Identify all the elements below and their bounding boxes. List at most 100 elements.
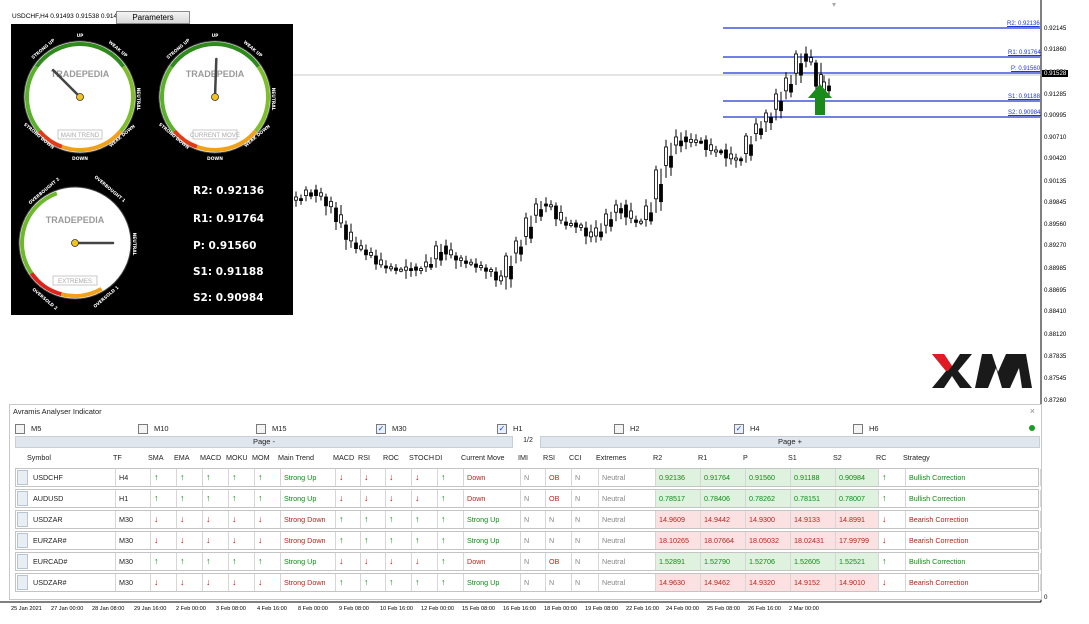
cell-r2: 18.10265 [656,532,701,549]
candle-body [759,128,763,135]
arrow-down-icon: ↓ [882,577,887,587]
cell-ext: Neutral [599,553,656,570]
cell-text-p: 14.9300 [749,515,775,524]
arrow-down-icon: ↓ [206,535,211,545]
cell-main: Strong Down [281,532,336,549]
checkbox[interactable] [138,424,148,435]
checkbox[interactable] [614,424,624,435]
folder-icon[interactable] [17,470,28,485]
checkbox[interactable] [853,424,863,435]
arrow-up-icon: ↑ [232,472,237,482]
column-header: Current Move [461,453,505,462]
cell-s1: 0.91188 [791,469,836,486]
folder-icon[interactable] [17,533,28,548]
arrow-down-icon: ↓ [229,511,255,528]
cell-text-main: Strong Up [284,557,317,566]
xm-logo [932,354,1032,388]
candle-body [649,212,653,222]
parameters-button[interactable]: Parameters [116,11,190,24]
cell-main: Strong Down [281,574,336,591]
arrow-up-icon: ↑ [364,577,369,587]
checkbox[interactable] [256,424,266,435]
arrow-up-icon: ↑ [229,490,255,507]
table-row[interactable]: EURCAD# M30 ↑ ↑ ↑ ↑ ↑ Strong Up ↓ ↓ ↓ ↓ ↑ Down N OB N Neu… [15,552,1041,571]
arrow-down-icon: ↓ [879,532,906,549]
arrow-down-icon: ↓ [151,511,177,528]
candle-body [299,198,303,202]
arrow-up-icon: ↑ [441,493,446,503]
arrow-down-icon: ↓ [882,514,887,524]
candle-body [684,136,688,143]
cell-text-s1: 18.02431 [794,536,824,545]
arrow-up-icon: ↑ [415,535,420,545]
table-row[interactable]: USDZAR M30 ↓ ↓ ↓ ↓ ↓ Strong Down ↑ ↑ ↑ ↑ ↑ Strong Up N… [15,510,1041,529]
time-tick: 3 Feb 08:00 [216,606,246,612]
arrow-down-icon: ↓ [415,493,420,503]
arrow-up-icon: ↑ [180,556,185,566]
timeframe-h2[interactable]: H2 [614,422,640,435]
table-row[interactable]: EURZAR# M30 ↓ ↓ ↓ ↓ ↓ Strong Down ↑ ↑ ↑ ↑ ↑ Strong Up… [15,531,1041,550]
cell-text-symbol: USDZAR# [33,578,67,587]
cell-text-r2: 18.10265 [659,536,689,545]
checkbox[interactable]: ✓ [734,424,744,435]
checkbox[interactable] [15,424,25,435]
arrow-up-icon: ↑ [232,493,237,503]
cell-text-r2: 14.9630 [659,578,685,587]
arrow-down-icon: ↓ [336,469,361,486]
cell-s1: 14.9133 [791,511,836,528]
time-tick: 24 Feb 00:00 [666,606,699,612]
cell-r1: 14.9442 [701,511,746,528]
cell-text-strategy: Bullish Correction [909,494,966,503]
table-row[interactable]: USDZAR# M30 ↓ ↓ ↓ ↓ ↓ Strong Down ↑ ↑ ↑ ↑ ↑ Strong Up… [15,573,1041,592]
arrow-up-icon: ↑ [154,472,159,482]
close-icon[interactable]: × [1030,406,1035,416]
timeframe-h6[interactable]: H6 [853,422,879,435]
gauge-main-trend: TRADEPEDIAMAIN TRENDUPSTRONG UP WEAK UPNE… [22,33,141,162]
checkbox[interactable]: ✓ [497,424,507,435]
page-prev-button[interactable]: Page - [15,436,513,448]
time-tick: 29 Jan 16:00 [134,606,167,612]
time-tick: 26 Feb 16:00 [748,606,781,612]
column-header: IMI [518,453,528,462]
cell-p: 0.91560 [746,469,791,486]
table-row[interactable]: AUDUSD H1 ↑ ↑ ↑ ↑ ↑ Strong Up ↓ ↓ ↓ ↓ ↑ Down N OB N Neutr… [15,489,1041,508]
candle-body [574,222,578,228]
cell-text-symbol: EURCAD# [33,557,68,566]
level-label-s1: S1: 0.91188 [1008,94,1040,100]
cell-imi: N [521,511,546,528]
folder-icon[interactable] [17,575,28,590]
candle-body [554,205,558,220]
cell-text-tf: M30 [119,536,133,545]
arrow-up-icon: ↑ [441,556,446,566]
cell-text-cci: N [575,557,581,566]
candle-body [499,275,503,282]
page-next-button[interactable]: Page + [540,436,1040,448]
table-row[interactable]: USDCHF H4 ↑ ↑ ↑ ↑ ↑ Strong Up ↓ ↓ ↓ ↓ ↑ Down N OB N Neutr… [15,468,1041,487]
column-header: S2 [833,453,842,462]
candle-body [719,150,723,154]
folder-icon[interactable] [17,554,28,569]
candle-body [294,196,298,201]
timeframe-row: M5 M10 M15 ✓ M30 ✓ H1 H2 ✓ H4 H6 [10,422,1041,436]
timeframe-m10[interactable]: M10 [138,422,169,435]
timeframe-m30[interactable]: ✓ M30 [376,422,407,435]
arrow-down-icon: ↓ [203,574,229,591]
arrow-down-icon: ↓ [386,469,412,486]
cell-s2: 0.90984 [836,469,879,486]
cell-text-cci: N [575,473,581,482]
timeframe-h1[interactable]: ✓ H1 [497,422,523,435]
cell-text-r2: 0.92136 [659,473,685,482]
folder-icon[interactable] [17,491,28,506]
cell-text-s2: 14.8991 [839,515,865,524]
checkbox[interactable]: ✓ [376,424,386,435]
arrow-up-icon: ↑ [361,574,386,591]
timeframe-h4[interactable]: ✓ H4 [734,422,760,435]
folder-icon[interactable] [17,512,28,527]
timeframe-m15[interactable]: M15 [256,422,287,435]
candle-body [424,261,428,268]
arrow-down-icon: ↓ [255,574,281,591]
cell-symbol: USDCHF [30,469,116,486]
cell-text-imi: N [524,578,530,587]
timeframe-m5[interactable]: M5 [15,422,41,435]
arrow-up-icon: ↑ [386,532,412,549]
